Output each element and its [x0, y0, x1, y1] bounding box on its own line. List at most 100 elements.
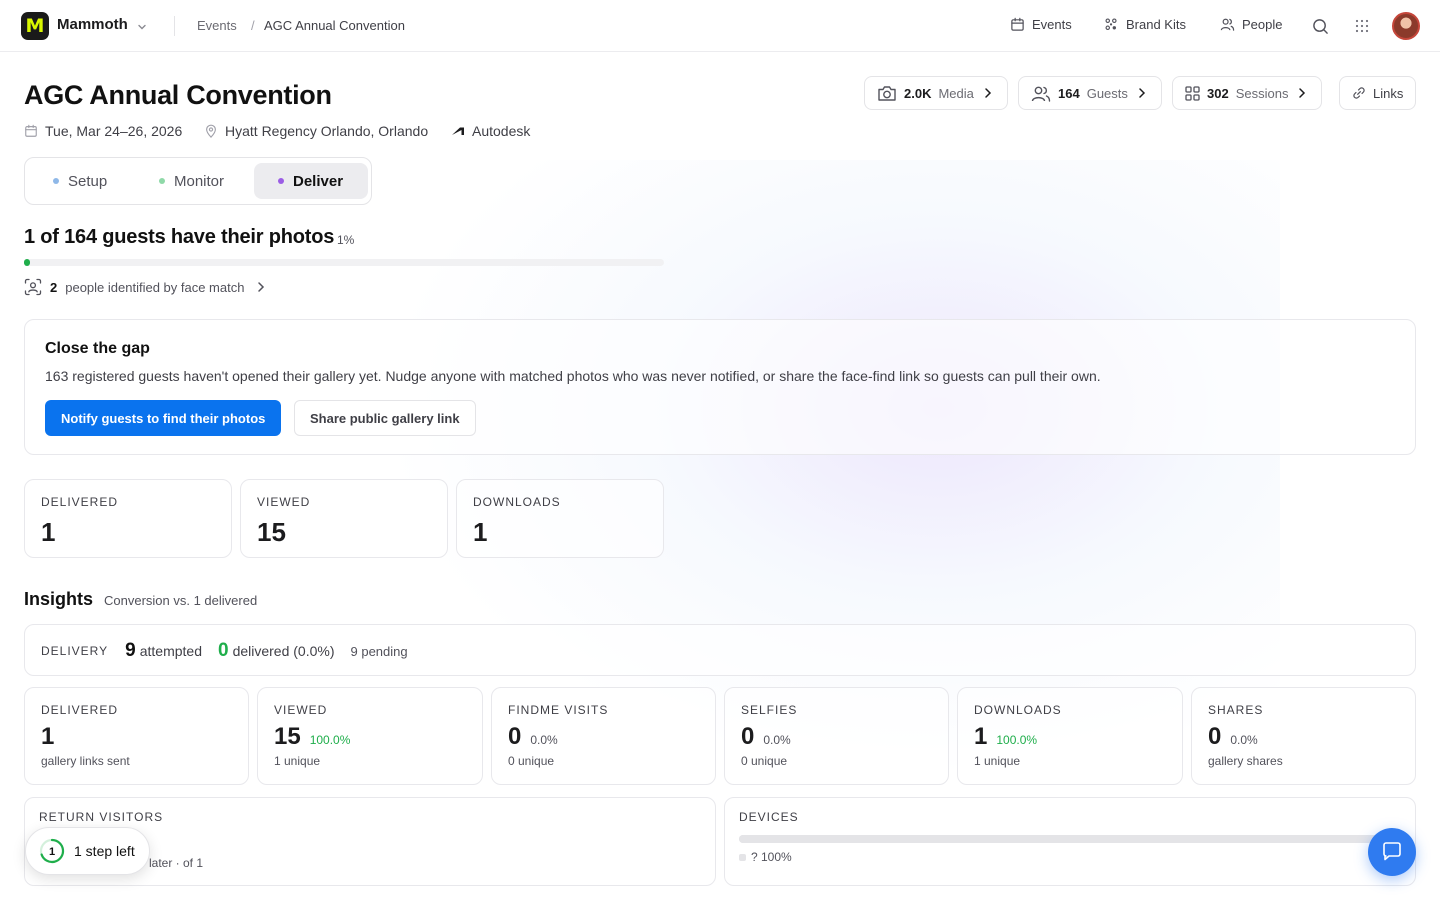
delivery-summary-row: DELIVERY 9 attempted 0 delivered (0.0%) … — [24, 624, 1416, 676]
onboarding-steps-pill[interactable]: 1 1 step left — [25, 827, 150, 875]
tab-monitor[interactable]: Monitor — [145, 163, 238, 199]
tab-setup-dot — [53, 178, 59, 184]
chat-bubble-icon — [1383, 842, 1401, 861]
metric-value: 0 — [508, 723, 522, 750]
divider — [174, 16, 175, 36]
devices-bar-fill — [739, 835, 1385, 843]
location-pin-icon — [206, 124, 216, 138]
guests-label: Guests — [1086, 85, 1128, 101]
guests-button[interactable]: 164 Guests — [1018, 76, 1162, 110]
nav-events[interactable]: Events — [1010, 17, 1072, 32]
metric-label: DELIVERED — [41, 703, 119, 717]
metric-value-row: 0 0.0% — [508, 723, 558, 751]
media-label: Media — [938, 85, 974, 101]
user-avatar[interactable] — [1392, 12, 1420, 40]
metric-card-viewed: VIEWED 15 100.0% 1 unique — [257, 687, 483, 785]
nav-events-label: Events — [1032, 17, 1072, 32]
share-gallery-link-button[interactable]: Share public gallery link — [294, 400, 476, 436]
breadcrumb-current: AGC Annual Convention — [264, 18, 405, 33]
delivered-text: delivered (0.0%) — [232, 643, 335, 659]
face-match-count: 2 — [50, 279, 58, 295]
chevron-down-icon[interactable] — [137, 19, 147, 37]
search-icon[interactable] — [1310, 16, 1330, 36]
legend-swatch — [739, 853, 746, 861]
guests-count: 164 — [1058, 85, 1080, 101]
face-match-link[interactable]: 2 people identified by face match — [24, 278, 268, 296]
calendar-icon — [1011, 17, 1024, 31]
calendar-icon — [25, 124, 37, 137]
chevron-right-icon — [258, 282, 265, 292]
tab-setup[interactable]: Setup — [39, 163, 121, 199]
nav-people[interactable]: People — [1220, 17, 1282, 32]
metric-percent: 0.0% — [530, 733, 558, 747]
delivery-progress-percent: 1% — [337, 233, 355, 247]
nav-people-label: People — [1242, 17, 1283, 32]
sessions-button[interactable]: 302 Sessions — [1172, 76, 1323, 110]
app-name[interactable]: Mammoth — [57, 16, 128, 33]
people-icon — [1220, 18, 1235, 31]
breadcrumb-events[interactable]: Events — [197, 18, 237, 33]
progress-ring-icon: 1 — [39, 838, 65, 864]
chevron-right-icon — [1139, 88, 1145, 98]
attempted-text: attempted — [139, 643, 202, 659]
metric-value-row: 0 0.0% — [741, 723, 791, 751]
stat-label: DOWNLOADS — [473, 495, 561, 509]
tab-monitor-dot — [159, 178, 165, 184]
return-visitors-label: RETURN VISITORS — [39, 810, 164, 824]
metric-card-shares: SHARES 0 0.0% gallery shares — [1191, 687, 1416, 785]
metric-percent: 0.0% — [1230, 733, 1258, 747]
palette-icon — [1105, 18, 1117, 31]
face-scan-icon — [24, 278, 42, 296]
metric-value-row: 15 100.0% — [274, 723, 350, 751]
devices-legend-text: ? 100% — [751, 850, 792, 864]
link-icon — [1353, 87, 1365, 99]
pending-text: 9 pending — [350, 643, 408, 659]
close-gap-card: Close the gap 163 registered guests have… — [24, 319, 1416, 455]
metric-subtext: 0 unique — [508, 754, 555, 768]
metric-value-row: 1 — [41, 723, 54, 751]
nav-brand-kits-label: Brand Kits — [1126, 17, 1186, 32]
steps-left-text: 1 step left — [74, 843, 135, 859]
tab-deliver[interactable]: Deliver — [254, 163, 368, 199]
metric-label: SHARES — [1208, 703, 1264, 717]
apps-grid-icon[interactable] — [1352, 16, 1372, 36]
devices-legend: ? 100% — [739, 850, 792, 864]
sessions-label: Sessions — [1235, 85, 1289, 101]
event-venue: Hyatt Regency Orlando, Orlando — [204, 123, 428, 139]
close-gap-description: 163 registered guests haven't opened the… — [45, 368, 1101, 384]
sessions-count: 302 — [1207, 85, 1229, 101]
media-count: 2.0K — [904, 85, 932, 101]
devices-bar — [739, 835, 1385, 843]
links-button[interactable]: Links — [1339, 76, 1417, 110]
stat-value: 1 — [41, 517, 56, 547]
metric-value: 1 — [974, 723, 988, 750]
event-date-text: Tue, Mar 24–26, 2026 — [45, 123, 183, 139]
metric-label: VIEWED — [274, 703, 328, 717]
stat-card-delivered: DELIVERED 1 — [24, 479, 232, 558]
phase-tabs: Setup Monitor Deliver — [24, 157, 372, 205]
delivery-progress-bar — [24, 259, 664, 266]
delivery-label: DELIVERY — [41, 644, 109, 658]
metric-value: 15 — [274, 723, 301, 750]
step-number: 1 — [49, 846, 55, 858]
event-date: Tue, Mar 24–26, 2026 — [24, 123, 182, 139]
app-logo[interactable]: M — [21, 12, 49, 40]
stat-label: VIEWED — [257, 495, 311, 509]
insights-title: Insights — [24, 589, 94, 609]
insights-subtitle: Conversion vs. 1 delivered — [104, 593, 258, 608]
event-venue-text: Hyatt Regency Orlando, Orlando — [225, 123, 429, 139]
metric-subtext: 1 unique — [274, 754, 321, 768]
media-button[interactable]: 2.0K Media — [864, 76, 1008, 110]
devices-label: DEVICES — [739, 810, 799, 824]
stat-label: DELIVERED — [41, 495, 119, 509]
metric-percent: 0.0% — [763, 733, 791, 747]
notify-guests-button[interactable]: Notify guests to find their photos — [45, 400, 282, 436]
event-brand: Autodesk — [451, 123, 530, 139]
nav-brand-kits[interactable]: Brand Kits — [1104, 17, 1186, 32]
camera-icon — [878, 85, 896, 101]
top-bar: M Mammoth Events / AGC Annual Convention… — [0, 0, 1440, 52]
devices-card: DEVICES ? 100% — [724, 797, 1416, 886]
chat-support-button[interactable] — [1368, 828, 1416, 876]
delivery-summary-content: DELIVERY 9 attempted 0 delivered (0.0%) … — [41, 625, 408, 677]
breadcrumb-separator: / — [251, 18, 255, 33]
